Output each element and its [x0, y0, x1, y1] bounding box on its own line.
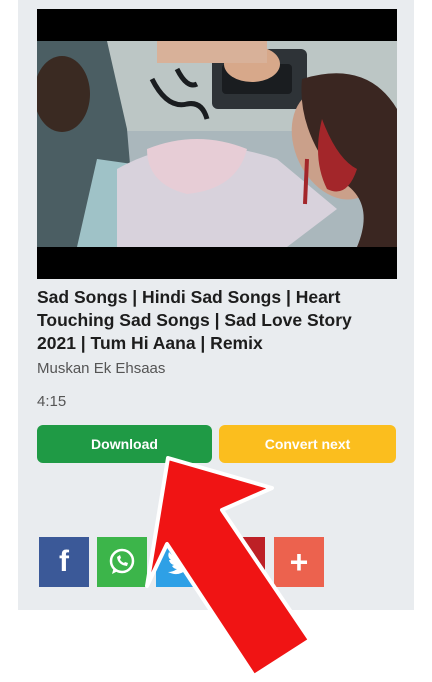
facebook-share-button[interactable]: f	[39, 537, 89, 587]
pinterest-icon	[229, 548, 251, 576]
twitter-icon	[168, 551, 194, 575]
whatsapp-share-button[interactable]	[97, 537, 147, 587]
video-thumbnail[interactable]	[37, 9, 397, 279]
more-share-button[interactable]: +	[274, 537, 324, 587]
video-duration: 4:15	[37, 393, 67, 410]
download-button[interactable]: Download	[37, 425, 212, 463]
convert-next-button[interactable]: Convert next	[219, 425, 396, 463]
channel-name: Muskan Ek Ehsaas	[37, 360, 166, 377]
twitter-share-button[interactable]	[156, 537, 206, 587]
thumbnail-image	[37, 9, 397, 279]
pinterest-share-button[interactable]	[215, 537, 265, 587]
facebook-icon: f	[59, 545, 69, 578]
whatsapp-icon	[109, 548, 135, 574]
plus-icon: +	[289, 543, 309, 580]
page: Sad Songs | Hindi Sad Songs | Heart Touc…	[0, 0, 432, 682]
video-title: Sad Songs | Hindi Sad Songs | Heart Touc…	[37, 287, 352, 353]
